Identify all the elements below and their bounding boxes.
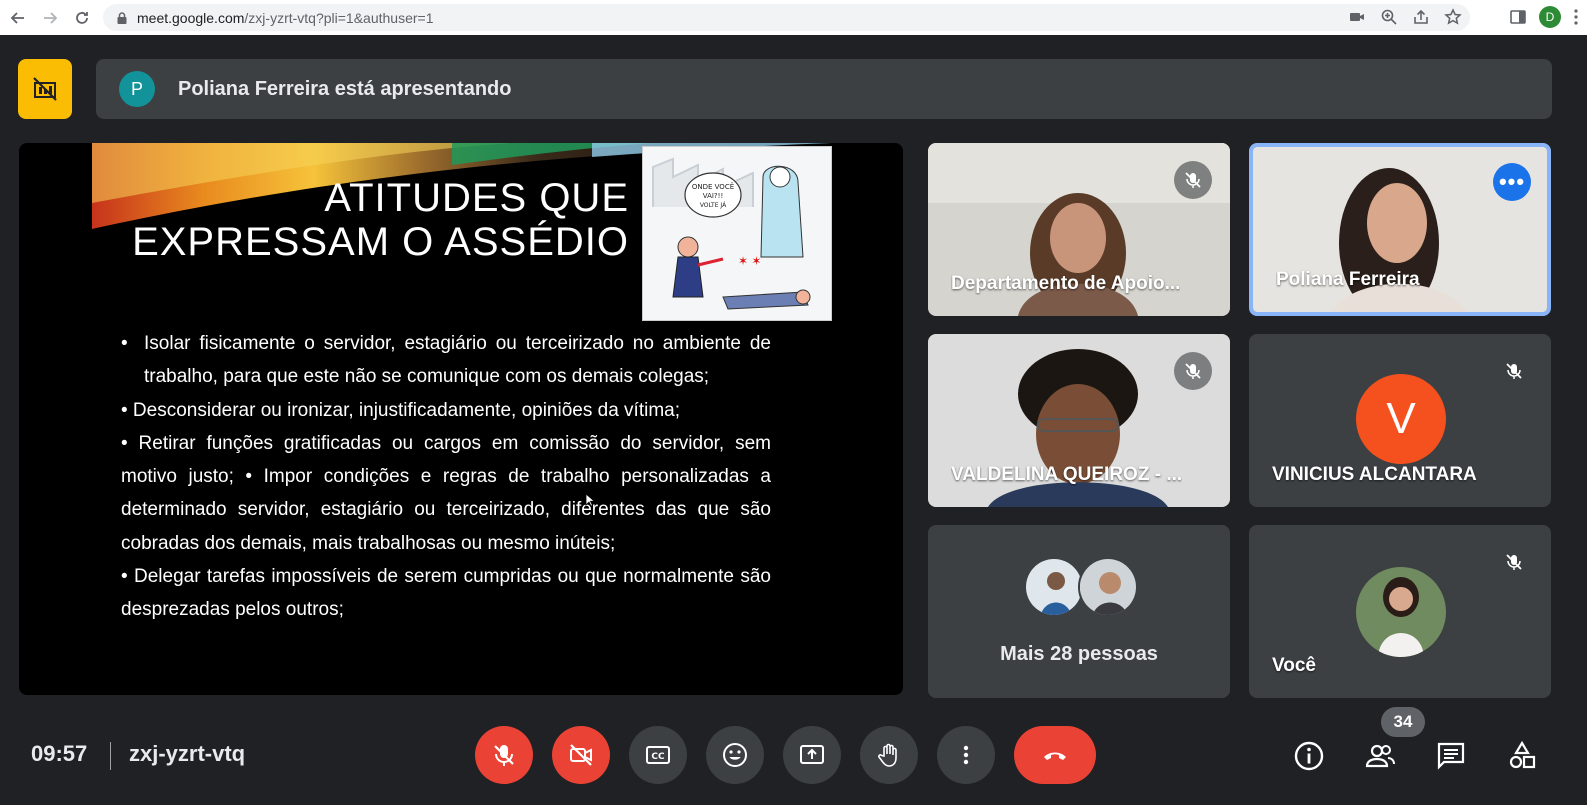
slide-body: Isolar fisicamente o servidor, estagiári… xyxy=(121,327,771,627)
url-text: meet.google.com/zxj-yzrt-vtq?pli=1&authu… xyxy=(137,10,434,26)
slide-bullet: Isolar fisicamente o servidor, estagiári… xyxy=(121,327,771,394)
slide-cartoon-image: ONDE VOCÊ VAI?!! VOLTE JÁ ✶ ✶ xyxy=(642,146,832,321)
kebab-menu-icon[interactable] xyxy=(1573,8,1579,26)
url-path: /zxj-yzrt-vtq?pli=1&authuser=1 xyxy=(244,9,434,26)
more-people-label: Mais 28 pessoas xyxy=(1000,643,1158,665)
forward-icon[interactable] xyxy=(40,8,60,28)
participant-name: Você xyxy=(1272,655,1317,676)
participant-avatar: V xyxy=(1356,374,1446,464)
participant-name: Poliana Ferreira xyxy=(1276,269,1420,290)
meeting-details-button[interactable] xyxy=(1289,736,1329,776)
svg-text:ONDE VOCÊ: ONDE VOCÊ xyxy=(692,182,734,191)
presenting-text: Poliana Ferreira está apresentando xyxy=(178,77,512,100)
reactions-button[interactable] xyxy=(706,726,764,784)
mic-off-icon xyxy=(1185,363,1201,379)
info-icon xyxy=(1294,741,1324,771)
leave-call-button[interactable] xyxy=(1014,726,1096,784)
presenter-avatar: P xyxy=(119,71,155,107)
svg-text:✶ ✶: ✶ ✶ xyxy=(738,254,761,268)
people-icon xyxy=(1365,744,1395,768)
participant-tile[interactable]: VALDELINA QUEIROZ - ... xyxy=(928,334,1230,507)
more-people-tile[interactable]: Mais 28 pessoas xyxy=(928,525,1230,698)
chat-button[interactable] xyxy=(1431,736,1471,776)
address-bar[interactable]: meet.google.com/zxj-yzrt-vtq?pli=1&authu… xyxy=(103,4,1470,31)
share-icon[interactable] xyxy=(1412,8,1430,26)
activities-button[interactable] xyxy=(1502,736,1542,776)
slide-body-text: • Desconsiderar ou ironizar, injustifica… xyxy=(121,399,771,621)
closed-captions-icon: CC xyxy=(646,746,670,764)
participant-name: VINICIUS ALCANTARA xyxy=(1272,464,1477,485)
chat-icon xyxy=(1437,742,1465,770)
svg-text:VOLTE JÁ: VOLTE JÁ xyxy=(700,202,727,209)
participant-tile[interactable]: Departamento de Apoio... xyxy=(928,143,1230,316)
meeting-code: zxj-yzrt-vtq xyxy=(129,741,246,766)
captions-button[interactable]: CC xyxy=(629,726,687,784)
participant-avatar xyxy=(1078,557,1138,617)
svg-text:VAI?!!: VAI?!! xyxy=(703,192,724,200)
meeting-time: 09:57 xyxy=(31,741,88,766)
footer-divider xyxy=(110,742,111,770)
raise-hand-icon xyxy=(878,743,897,767)
presentation-stage: ATITUDES QUE EXPRESSAM O ASSÉDIO ONDE VO… xyxy=(19,143,903,695)
participant-tile-active[interactable]: ••• Poliana Ferreira xyxy=(1249,143,1551,316)
people-button[interactable] xyxy=(1360,736,1400,776)
raise-hand-button[interactable] xyxy=(860,726,918,784)
mic-off-indicator xyxy=(1174,161,1212,199)
mic-off-icon xyxy=(494,745,514,766)
slide-title: ATITUDES QUE EXPRESSAM O ASSÉDIO xyxy=(132,176,629,264)
profile-avatar[interactable]: D xyxy=(1539,6,1561,28)
side-panel-icon[interactable] xyxy=(1509,8,1527,26)
activities-shapes-icon xyxy=(1509,740,1536,769)
present-to-all-icon xyxy=(800,745,824,764)
mic-off-indicator xyxy=(1174,352,1212,390)
mic-off-icon xyxy=(1506,363,1522,379)
present-off-icon xyxy=(33,77,57,101)
call-end-icon xyxy=(1044,752,1066,760)
back-icon[interactable] xyxy=(8,8,28,28)
mic-toggle-button[interactable] xyxy=(475,726,533,784)
more-options-button[interactable]: ••• xyxy=(1493,163,1531,201)
participant-name: Departamento de Apoio... xyxy=(951,273,1181,294)
presenting-banner: P Poliana Ferreira está apresentando xyxy=(96,59,1552,119)
participant-name: VALDELINA QUEIROZ - ... xyxy=(951,464,1183,485)
lock-icon xyxy=(117,11,127,24)
self-tile[interactable]: Você xyxy=(1249,525,1551,698)
reload-icon[interactable] xyxy=(72,8,92,28)
camera-off-icon xyxy=(570,744,592,766)
svg-text:CC: CC xyxy=(651,752,665,762)
participant-tile[interactable]: V VINICIUS ALCANTARA xyxy=(1249,334,1551,507)
emoji-icon xyxy=(723,743,747,767)
camera-blocked-icon[interactable] xyxy=(1348,8,1366,26)
participant-count-badge: 34 xyxy=(1381,707,1425,737)
mic-off-icon xyxy=(1185,172,1201,188)
mic-off-indicator xyxy=(1495,352,1533,390)
more-options-button[interactable] xyxy=(937,726,995,784)
camera-toggle-button[interactable] xyxy=(552,726,610,784)
bookmark-star-icon[interactable] xyxy=(1444,8,1462,26)
self-avatar xyxy=(1356,567,1446,657)
presentation-warning-button[interactable] xyxy=(18,59,72,119)
mic-off-icon xyxy=(1506,554,1522,570)
mouse-cursor-icon xyxy=(585,493,595,507)
participant-avatar xyxy=(1024,557,1084,617)
url-host: meet.google.com xyxy=(137,9,245,26)
kebab-menu-icon xyxy=(963,745,969,765)
mic-off-indicator xyxy=(1495,543,1533,581)
browser-toolbar: meet.google.com/zxj-yzrt-vtq?pli=1&authu… xyxy=(0,0,1587,35)
present-screen-button[interactable] xyxy=(783,726,841,784)
zoom-icon[interactable] xyxy=(1380,8,1398,26)
